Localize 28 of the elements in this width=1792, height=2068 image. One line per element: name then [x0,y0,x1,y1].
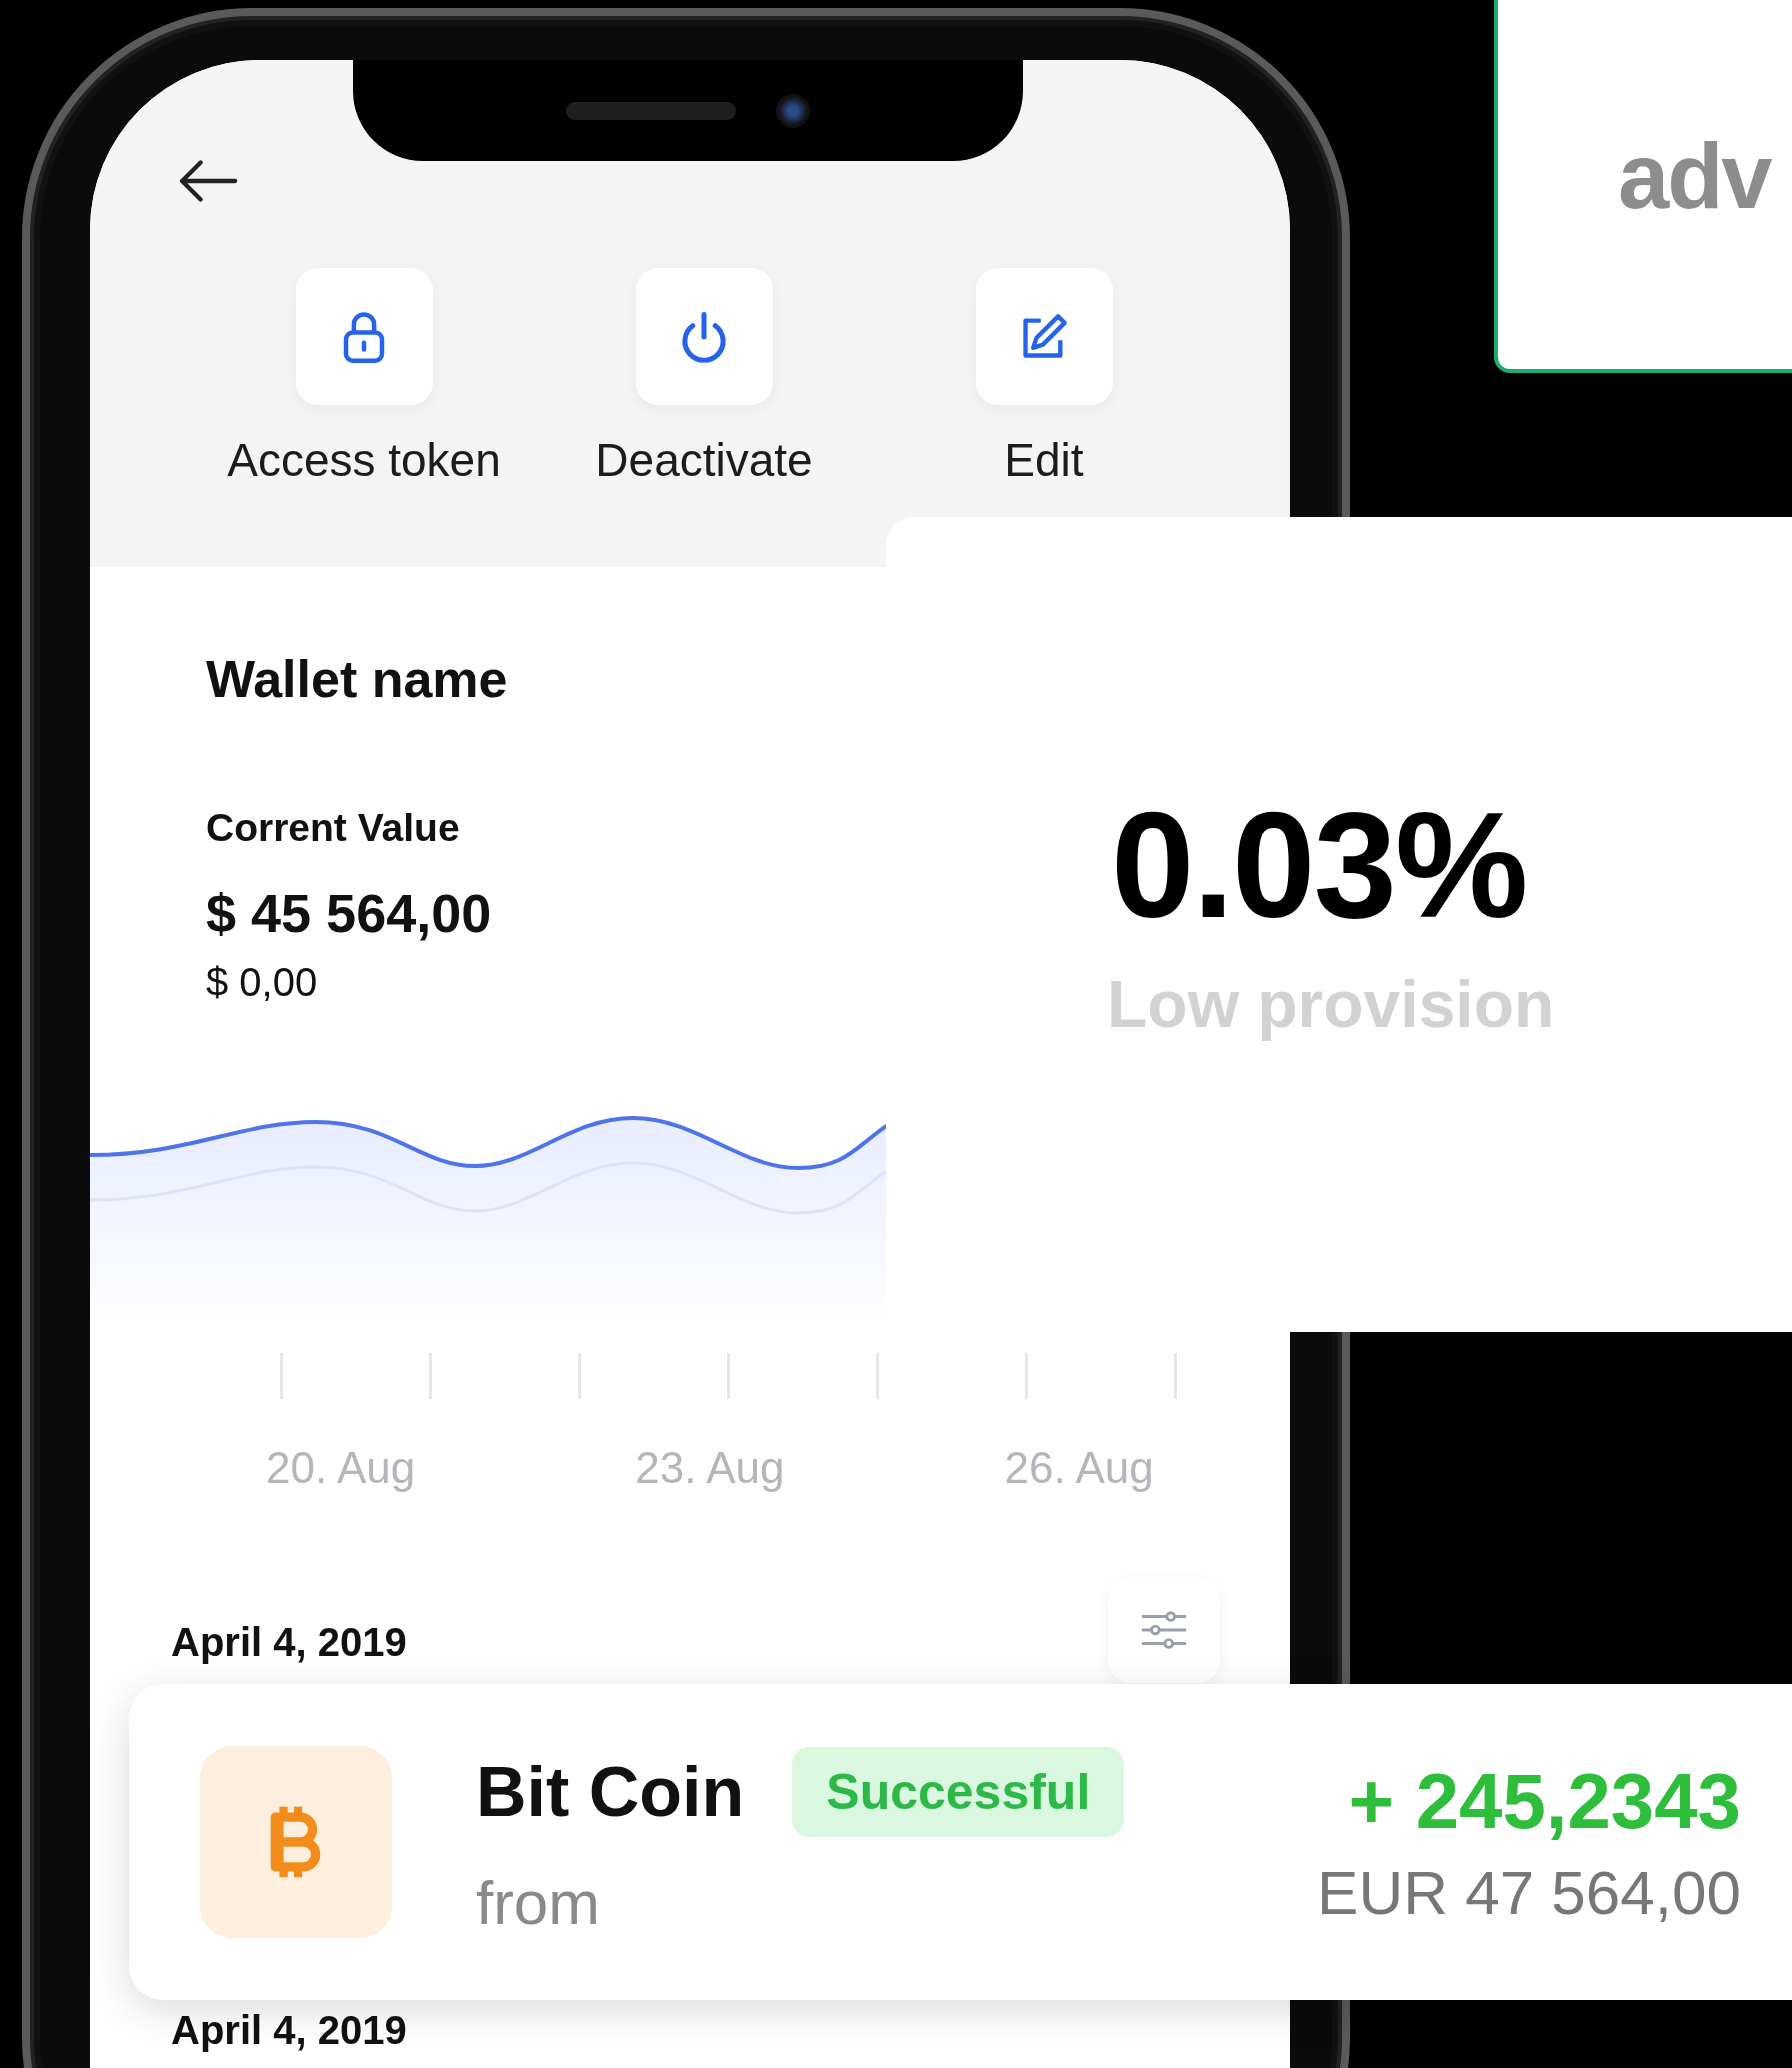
provision-value: 0.03% [1111,780,1527,951]
axis-label: 26. Aug [1004,1443,1154,1493]
action-label: Deactivate [595,433,813,487]
wallet-name: Wallet name [206,649,508,709]
transaction-card[interactable]: Bit Coin Successful from + 245,2343 EUR 47 564,00 [129,1684,1792,2000]
coin-name: Bit Coin [476,1751,745,1832]
value-label: Corrent Value [206,806,460,850]
action-button[interactable] [295,268,433,405]
date-heading: April 4, 2019 [171,1620,407,1665]
date-heading: April 4, 2019 [171,2008,407,2053]
filter-button[interactable] [1108,1577,1220,1683]
status-badge: Successful [792,1746,1125,1837]
action-button[interactable] [975,268,1113,405]
value-change: $ 0,00 [206,960,318,1005]
axis-label: 23. Aug [635,1443,785,1493]
back-arrow-icon[interactable] [178,160,238,202]
logo-text: adv [1618,124,1771,229]
camera-lens [776,93,810,128]
transaction-source: from [476,1866,601,1938]
action-button[interactable] [635,268,773,405]
sliders-icon [1140,1610,1188,1650]
action-label: Edit [1004,433,1084,487]
wallet-value: $ 45 564,00 [206,882,492,944]
fiat-amount: EUR 47 564,00 [1317,1857,1741,1928]
power-icon [679,309,729,364]
transaction-amount: + 245,2343 [1348,1756,1741,1847]
axis-label: 20. Aug [266,1443,416,1493]
action-label: Access token [227,433,501,487]
